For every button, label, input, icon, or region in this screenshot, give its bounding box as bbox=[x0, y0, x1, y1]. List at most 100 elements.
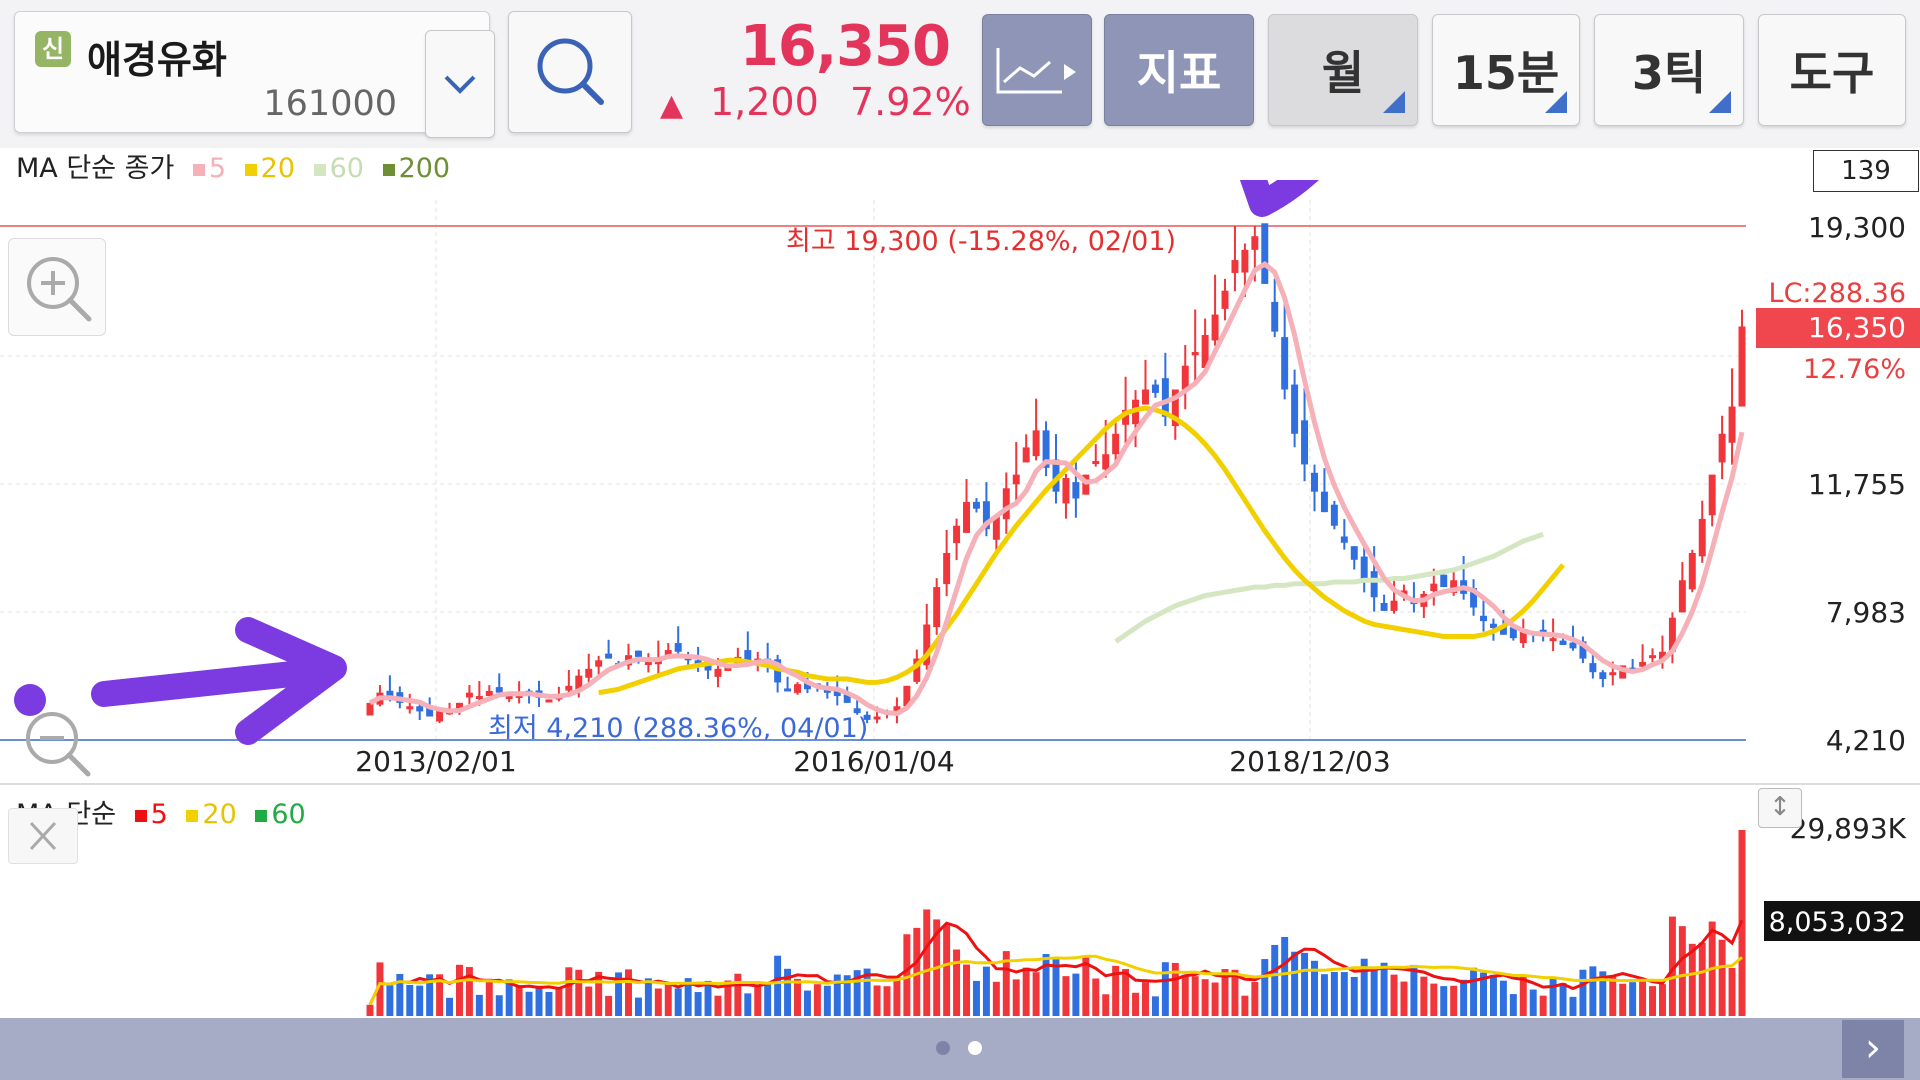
volume-bar bbox=[1032, 972, 1040, 1016]
zoom-out-button[interactable] bbox=[8, 694, 104, 790]
volume-bar bbox=[1549, 977, 1557, 1016]
volume-bar bbox=[953, 949, 961, 1016]
candle-body bbox=[1599, 672, 1607, 680]
candle-body bbox=[1241, 249, 1249, 273]
period-15min-button[interactable]: 15분 bbox=[1432, 14, 1580, 126]
candle-body bbox=[1281, 337, 1289, 390]
candle-body bbox=[565, 685, 573, 691]
chart-type-button[interactable] bbox=[982, 14, 1092, 126]
y-tick: 7,983 bbox=[1826, 596, 1906, 629]
candle-body bbox=[595, 660, 603, 667]
top-toolbar: 신 애경유화 161000 16,350 ▲ 1,200 7.92% 지표 월 … bbox=[0, 0, 1920, 148]
volume-bar bbox=[992, 981, 1000, 1016]
volume-bar bbox=[1181, 974, 1189, 1016]
next-page-button[interactable]: › bbox=[1842, 1020, 1904, 1078]
stock-code: 161000 bbox=[263, 84, 397, 124]
volume-bar bbox=[555, 987, 563, 1016]
x-tick: 2013/02/01 bbox=[355, 745, 516, 778]
volume-bar bbox=[764, 984, 772, 1016]
volume-bar bbox=[386, 985, 394, 1016]
candles bbox=[366, 223, 1746, 724]
tools-button[interactable]: 도구 bbox=[1758, 14, 1906, 126]
candle-body bbox=[1728, 406, 1736, 443]
volume-bar bbox=[1201, 979, 1209, 1016]
close-pane-button[interactable] bbox=[8, 808, 78, 864]
legend-swatch bbox=[244, 163, 257, 176]
candle-body bbox=[933, 587, 941, 628]
candle-body bbox=[1549, 638, 1557, 642]
candle-body bbox=[1032, 430, 1040, 457]
legend-label: 20 bbox=[202, 799, 237, 830]
candle-body bbox=[1360, 556, 1368, 581]
volume-bar bbox=[1678, 926, 1686, 1016]
x-tick: 2018/12/03 bbox=[1229, 745, 1390, 778]
tick-3-label: 3틱 bbox=[1631, 46, 1707, 100]
volume-bar bbox=[585, 986, 593, 1016]
volume-bar bbox=[1658, 984, 1666, 1016]
volume-bar bbox=[1619, 983, 1627, 1016]
volume-bar bbox=[674, 988, 682, 1016]
page-dot-inactive[interactable] bbox=[936, 1041, 950, 1055]
candle-body bbox=[963, 501, 971, 533]
candle-body bbox=[873, 716, 881, 720]
candle-body bbox=[545, 699, 553, 703]
candle-body bbox=[1271, 301, 1279, 332]
volume-bar bbox=[1320, 974, 1328, 1016]
price-change-percent: 7.92% bbox=[850, 80, 971, 124]
candle-body bbox=[1390, 600, 1398, 611]
volume-bar bbox=[1440, 986, 1448, 1016]
candle-body bbox=[1320, 491, 1328, 513]
volume-bar bbox=[1649, 986, 1657, 1016]
volume-bar bbox=[1251, 981, 1259, 1016]
volume-bar bbox=[754, 986, 762, 1016]
volume-bar bbox=[1281, 936, 1289, 1016]
price-change: 1,200 bbox=[710, 80, 819, 124]
volume-bar bbox=[1430, 983, 1438, 1016]
bottom-pager-bar bbox=[0, 1018, 1920, 1080]
y-tick: 11,755 bbox=[1808, 468, 1906, 501]
corner-triangle-icon bbox=[1545, 91, 1567, 113]
volume-bar bbox=[1291, 951, 1299, 1016]
stock-selector[interactable]: 신 애경유화 161000 bbox=[14, 11, 495, 138]
tick-3-button[interactable]: 3틱 bbox=[1594, 14, 1744, 126]
page-dot-active[interactable] bbox=[968, 1041, 982, 1055]
zoom-in-icon bbox=[27, 257, 92, 322]
price-chart[interactable]: 최고 19,300 (-15.28%, 02/01) 최저 4,210 (288… bbox=[0, 180, 1920, 1020]
x-tick: 2016/01/04 bbox=[793, 745, 954, 778]
legend-label: 5 bbox=[150, 799, 168, 830]
candle-body bbox=[1738, 326, 1746, 407]
indicator-button[interactable]: 지표 bbox=[1104, 14, 1254, 126]
candle-body bbox=[1251, 236, 1259, 250]
stock-dropdown-button[interactable] bbox=[425, 30, 495, 138]
candle-body bbox=[1211, 314, 1219, 341]
volume-bar bbox=[664, 982, 672, 1016]
volume-bar bbox=[1092, 978, 1100, 1016]
candle-body bbox=[644, 661, 652, 665]
period-month-button[interactable]: 월 bbox=[1268, 14, 1418, 126]
search-button[interactable] bbox=[508, 11, 632, 133]
volume-bar bbox=[446, 997, 454, 1016]
volume-bar bbox=[1042, 954, 1050, 1016]
candle-body bbox=[1151, 384, 1159, 393]
volume-bar bbox=[972, 980, 980, 1016]
corner-triangle-icon bbox=[1383, 91, 1405, 113]
chevron-right-icon: › bbox=[1865, 1025, 1881, 1071]
volume-bar bbox=[963, 964, 971, 1016]
resize-pane-icon[interactable]: ↕ bbox=[1758, 788, 1802, 828]
volume-bar bbox=[744, 993, 752, 1016]
volume-bar bbox=[1718, 939, 1726, 1016]
volume-bar bbox=[1579, 969, 1587, 1016]
lc-label: LC:288.36 bbox=[1769, 278, 1906, 309]
candle-body bbox=[943, 552, 951, 585]
volume-bar bbox=[1489, 974, 1497, 1016]
candle-body bbox=[1340, 536, 1348, 543]
volume-bar bbox=[1132, 992, 1140, 1016]
zoom-out-icon bbox=[26, 712, 91, 777]
candle-body bbox=[1022, 447, 1030, 463]
volume-bar bbox=[1072, 973, 1080, 1016]
volume-bar bbox=[1589, 966, 1597, 1016]
ma60-line bbox=[1114, 531, 1545, 644]
volume-bar bbox=[1609, 976, 1617, 1016]
zoom-in-button[interactable] bbox=[8, 238, 106, 336]
candle-body bbox=[1609, 672, 1617, 676]
